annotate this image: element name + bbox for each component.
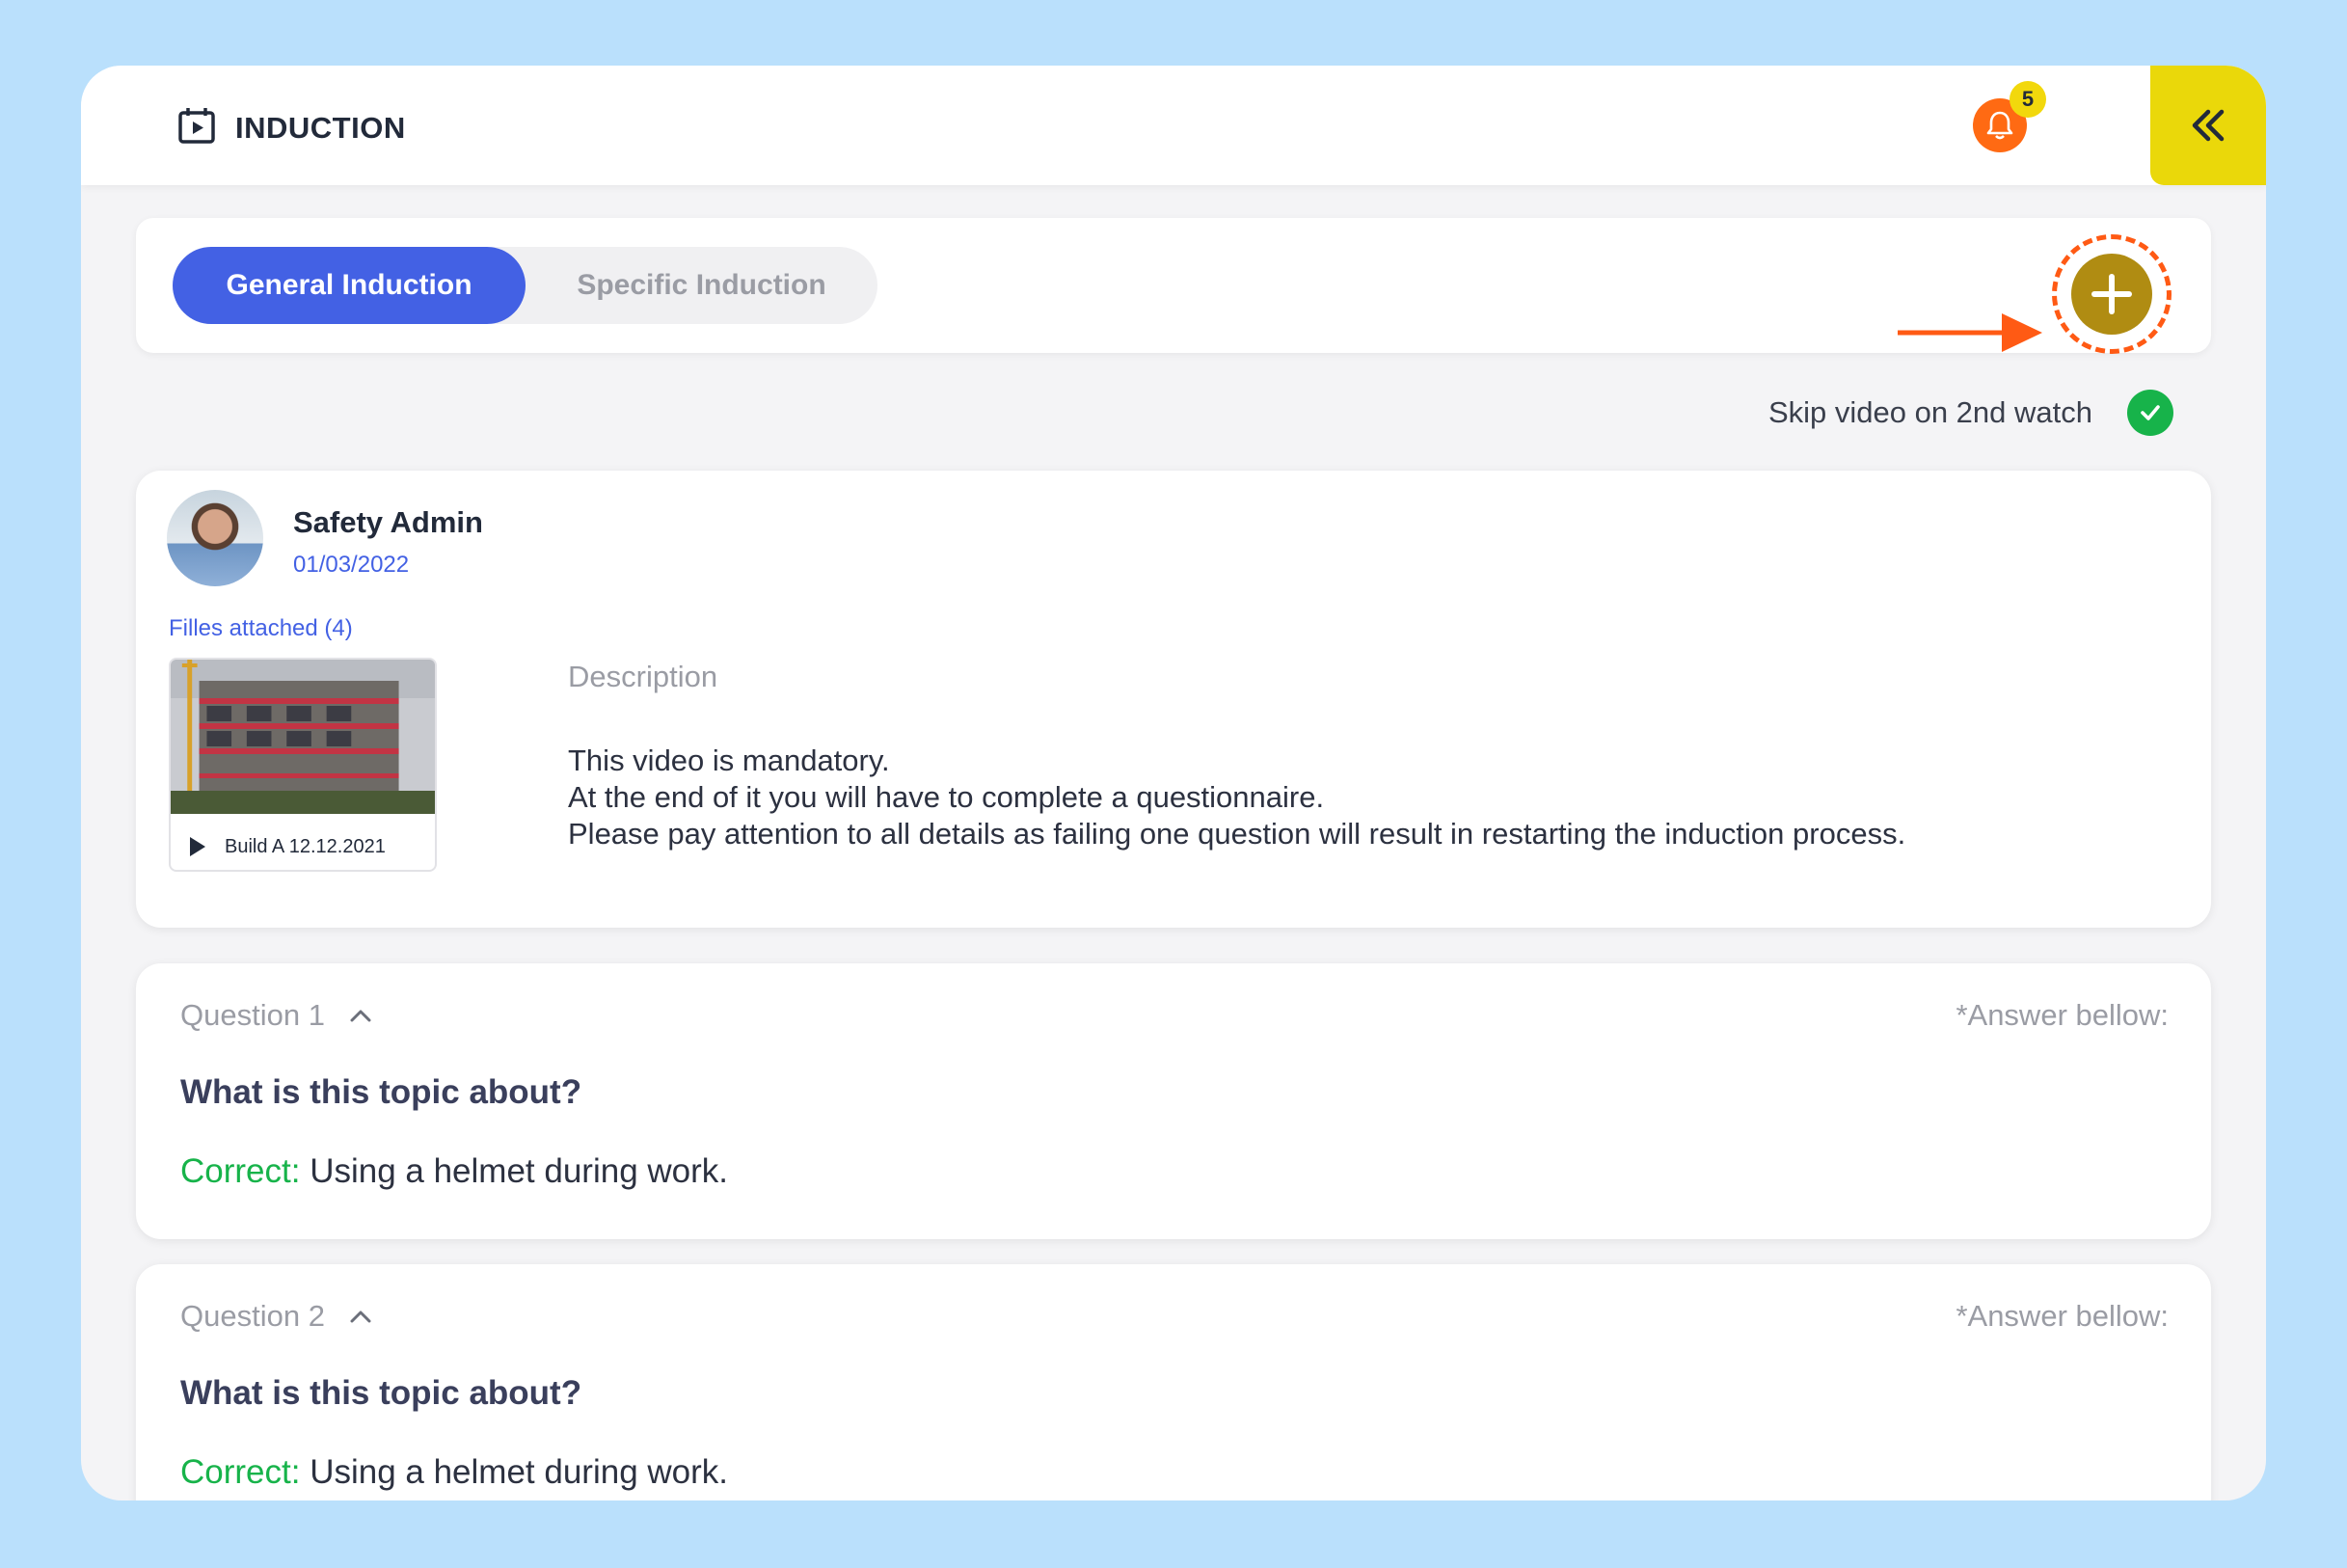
- question-text: What is this topic about?: [180, 1073, 582, 1111]
- question-text: What is this topic about?: [180, 1374, 582, 1412]
- page-title: INDUCTION: [235, 110, 406, 145]
- author-name: Safety Admin: [293, 505, 483, 539]
- chevron-up-icon: [350, 1311, 371, 1323]
- collapse-sidebar-button[interactable]: [2150, 66, 2266, 185]
- answer-text: Using a helmet during work.: [300, 1453, 729, 1491]
- tab-general-induction[interactable]: General Induction: [173, 247, 526, 324]
- question-card: Question 2 *Answer bellow: What is this …: [136, 1264, 2211, 1500]
- description-text: This video is mandatory. At the end of i…: [568, 743, 1905, 852]
- question-header-toggle[interactable]: Question 1: [180, 998, 371, 1033]
- induction-tabs: General Induction Specific Induction: [173, 247, 877, 324]
- description-line: This video is mandatory.: [568, 743, 890, 777]
- post-date: 01/03/2022: [293, 552, 410, 578]
- video-attachment[interactable]: Build A 12.12.2021: [169, 658, 437, 872]
- building-thumbnail-image: [171, 660, 435, 814]
- double-chevron-left-icon: [2192, 109, 2225, 142]
- skip-video-label: Skip video on 2nd watch: [1767, 395, 2092, 429]
- description-line: Please pay attention to all details as f…: [568, 817, 1906, 851]
- video-calendar-icon: [177, 106, 216, 149]
- avatar: [167, 490, 263, 586]
- question-answer: Correct: Using a helmet during work.: [180, 1152, 728, 1191]
- page-header: INDUCTION: [177, 106, 406, 149]
- induction-post-card: Safety Admin 01/03/2022 Filles attached …: [136, 471, 2211, 928]
- question-title: Question 1: [180, 998, 325, 1032]
- attachment-caption-row: Build A 12.12.2021: [188, 835, 386, 858]
- callout-arrow-icon: [1898, 313, 2042, 352]
- bell-icon: [1986, 111, 2013, 140]
- add-induction-button[interactable]: [2071, 254, 2152, 335]
- description-line: At the end of it you will have to comple…: [568, 780, 1325, 814]
- tab-specific-induction[interactable]: Specific Induction: [526, 247, 877, 324]
- answer-hint: *Answer bellow:: [1956, 998, 2169, 1032]
- files-attached-link[interactable]: Filles attached (4): [169, 615, 353, 642]
- plus-icon: [2091, 274, 2132, 314]
- notification-badge: 5: [2010, 81, 2046, 118]
- top-bar: INDUCTION 5: [81, 66, 2266, 185]
- play-icon: [190, 837, 205, 856]
- answer-text: Using a helmet during work.: [300, 1152, 729, 1190]
- skip-video-toggle[interactable]: [2127, 390, 2173, 436]
- app-window: INDUCTION 5 General Induction Specific I…: [81, 66, 2266, 1500]
- question-title: Question 2: [180, 1299, 325, 1333]
- answer-hint: *Answer bellow:: [1956, 1299, 2169, 1333]
- correct-label: Correct:: [180, 1453, 301, 1491]
- correct-label: Correct:: [180, 1152, 301, 1190]
- chevron-up-icon: [350, 1010, 371, 1022]
- skip-video-setting: Skip video on 2nd watch: [1768, 390, 2173, 436]
- attachment-caption: Build A 12.12.2021: [225, 835, 386, 857]
- check-icon: [2141, 405, 2160, 420]
- question-header-toggle[interactable]: Question 2: [180, 1299, 371, 1334]
- question-answer: Correct: Using a helmet during work.: [180, 1453, 728, 1492]
- description-label: Description: [568, 660, 718, 693]
- question-card: Question 1 *Answer bellow: What is this …: [136, 963, 2211, 1239]
